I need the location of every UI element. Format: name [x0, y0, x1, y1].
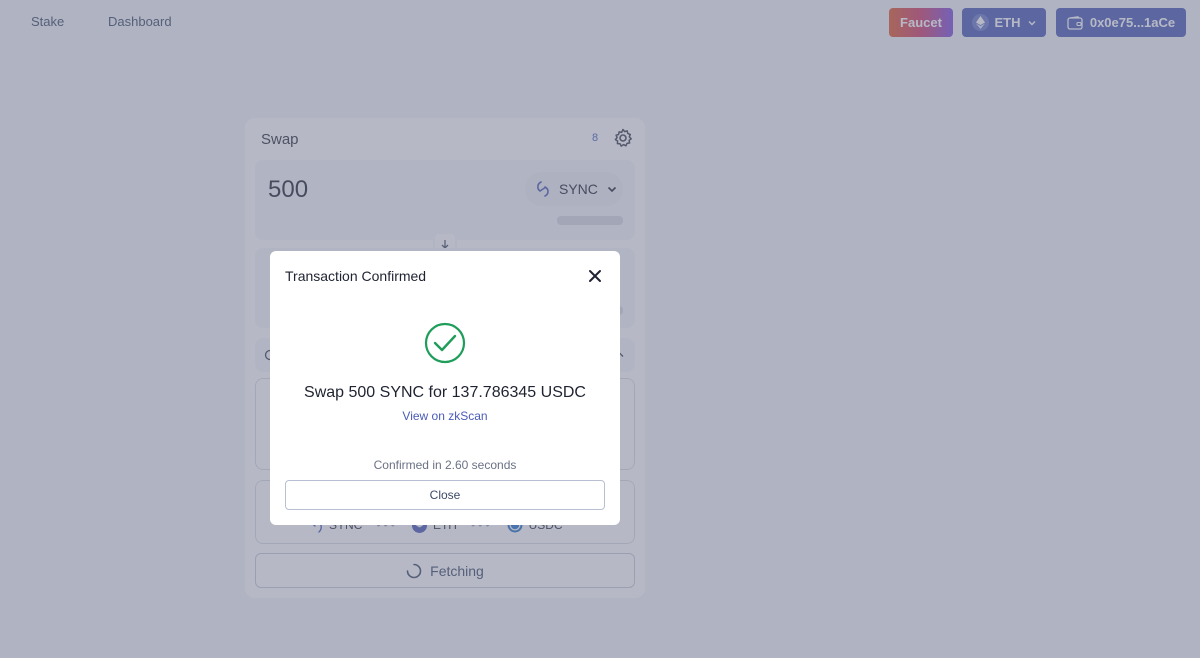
close-button[interactable]: Close — [285, 480, 605, 510]
close-icon[interactable] — [584, 265, 606, 287]
confirmation-time-text: Confirmed in 2.60 seconds — [373, 458, 517, 472]
transaction-confirmed-modal: Transaction Confirmed Swap 500 SYNC for … — [270, 251, 620, 525]
view-on-zkscan-link[interactable]: View on zkScan — [402, 409, 487, 423]
swap-summary-text: Swap 500 SYNC for 137.786345 USDC — [304, 384, 586, 401]
modal-title: Transaction Confirmed — [285, 268, 427, 284]
check-circle-icon — [424, 322, 466, 364]
